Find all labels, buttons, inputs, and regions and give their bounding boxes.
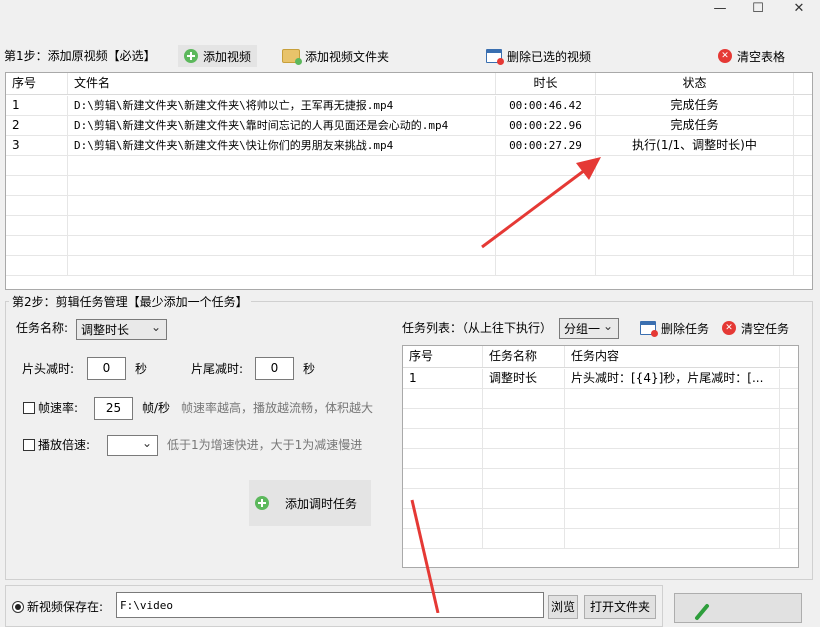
annotation-arrow (481, 157, 601, 249)
annotation-arrow (410, 499, 440, 613)
annotation-arrows (410, 157, 601, 613)
